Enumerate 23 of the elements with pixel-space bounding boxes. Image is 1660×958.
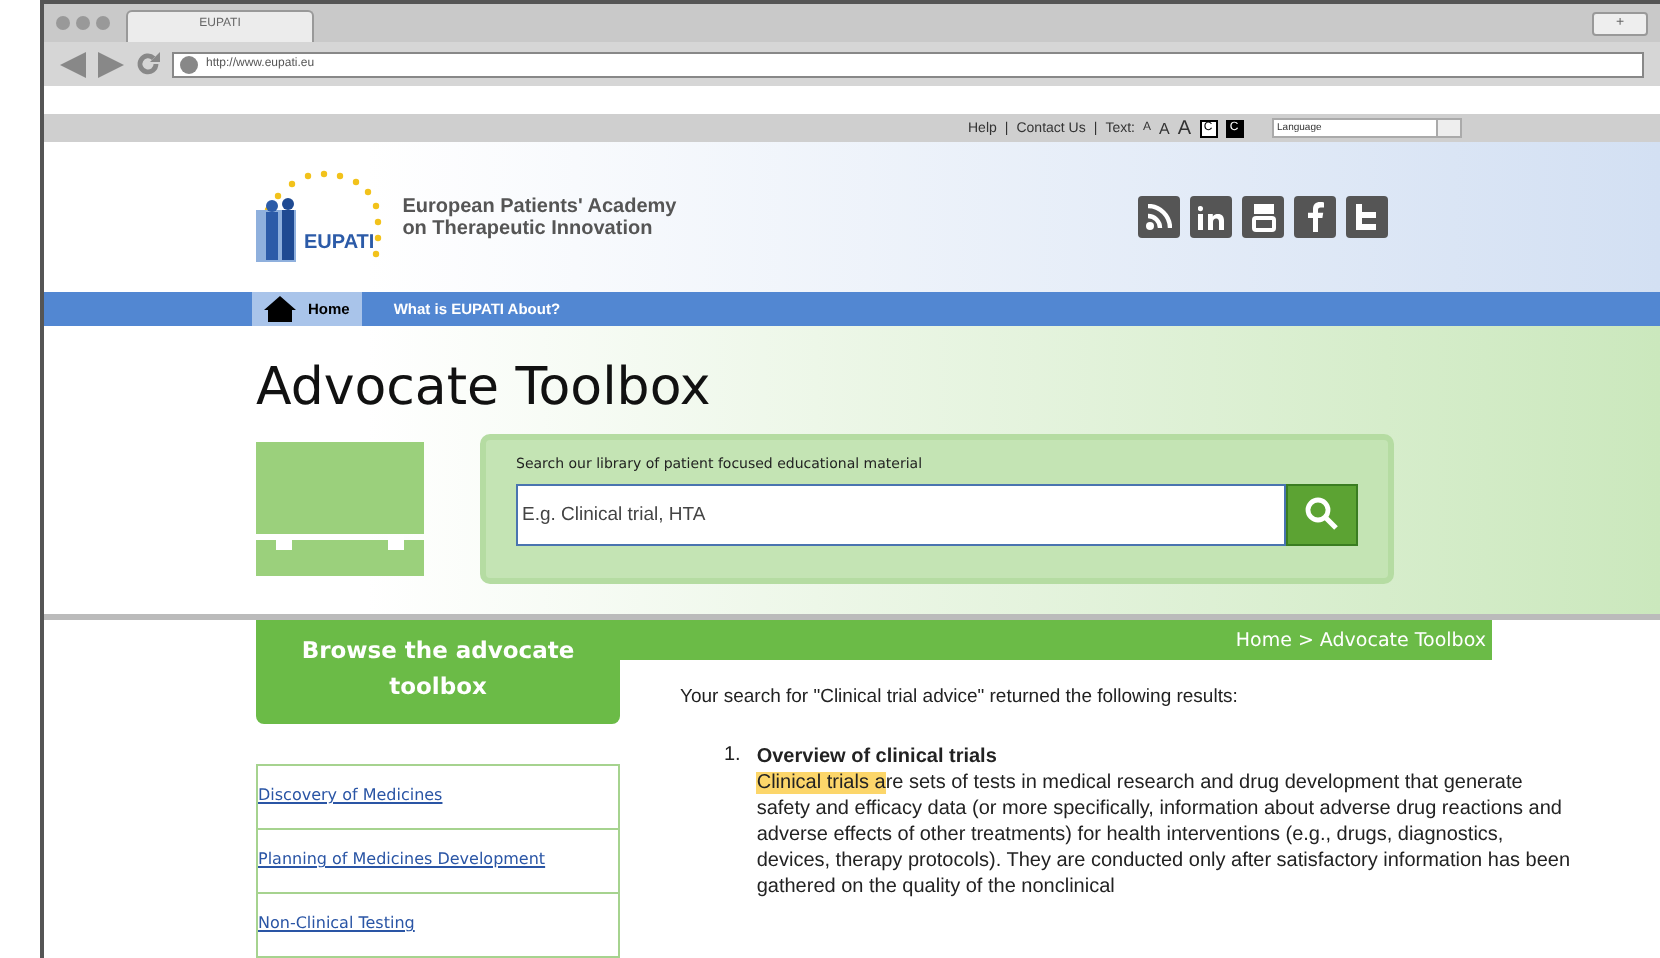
sidebar-heading: Browse the advocate toolbox [256, 620, 620, 725]
page-title: Advocate Toolbox [256, 357, 713, 418]
sidebar-link[interactable]: Non-Clinical Testing [258, 894, 618, 958]
search-button[interactable] [1286, 483, 1358, 546]
text-size-option[interactable]: A [1177, 117, 1192, 140]
sidebar-link[interactable]: Discovery of Medicines [258, 766, 618, 831]
site-title: European Patients' Academy on Therapeutic Innovation [402, 195, 679, 240]
twitter-icon[interactable] [1346, 196, 1389, 239]
sidebar-link[interactable]: Planning of Medicines Development [258, 830, 618, 895]
result-description: Clinical trials are sets of tests in medical research and drug development that generate safety and efficacy data (or more specifically, information about adverse drug reactions and adverse effects of other treatments) for health interventions (e.g., drugs, diagnostics, devices, therapy protocols). They are conducted only after satisfactory information has been gathered on the quality of the nonclinical [756, 770, 1573, 901]
home-icon [264, 295, 296, 322]
results-summary: Your search for "Clinical trial advice" returned the following results: [680, 686, 1240, 709]
result-number: 1. [724, 744, 741, 771]
rss-icon[interactable] [1138, 196, 1181, 239]
search-field[interactable]: E.g. Clinical trial, HTA [516, 483, 1286, 546]
toolbox-icon [256, 441, 424, 576]
facebook-icon[interactable] [1294, 196, 1337, 239]
linkedin-icon[interactable] [1190, 196, 1233, 239]
result-title[interactable]: Overview of clinical trials [756, 744, 1581, 771]
logo-text: EUPATI [304, 232, 375, 255]
breadcrumb: Home > Advocate Toolbox [620, 620, 1492, 661]
text-size-option[interactable]: A [1159, 119, 1170, 138]
search-icon [1304, 496, 1340, 533]
